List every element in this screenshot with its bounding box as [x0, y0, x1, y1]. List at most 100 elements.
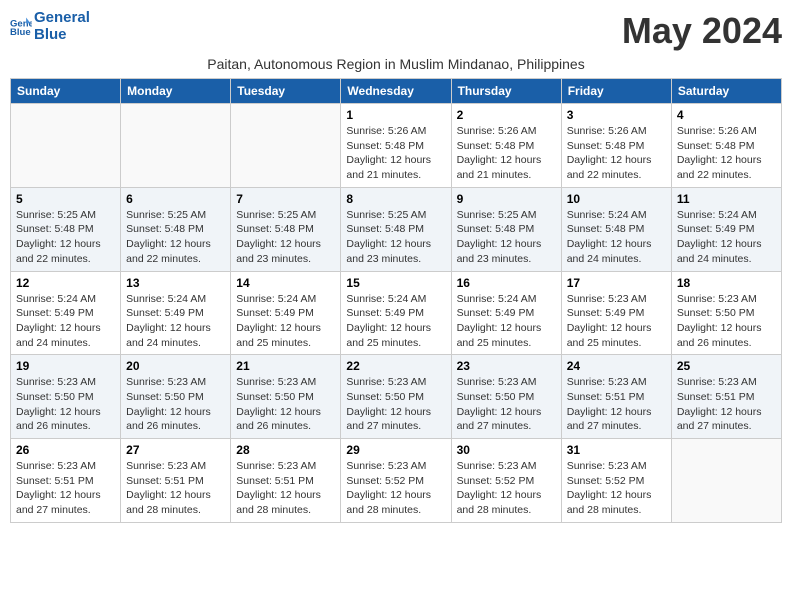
- day-number: 30: [457, 443, 556, 457]
- day-number: 8: [346, 192, 445, 206]
- day-number: 17: [567, 276, 666, 290]
- calendar-cell: 25 Sunrise: 5:23 AMSunset: 5:51 PMDayligh…: [671, 355, 781, 439]
- day-info: Sunrise: 5:23 AMSunset: 5:51 PMDaylight:…: [236, 459, 335, 518]
- day-number: 5: [16, 192, 115, 206]
- day-number: 26: [16, 443, 115, 457]
- day-info: Sunrise: 5:26 AMSunset: 5:48 PMDaylight:…: [567, 124, 666, 183]
- calendar-cell: 5 Sunrise: 5:25 AMSunset: 5:48 PMDaylight…: [11, 187, 121, 271]
- day-number: 21: [236, 359, 335, 373]
- day-number: 15: [346, 276, 445, 290]
- day-number: 23: [457, 359, 556, 373]
- weekday-header-thursday: Thursday: [451, 79, 561, 104]
- day-info: Sunrise: 5:24 AMSunset: 5:49 PMDaylight:…: [457, 292, 556, 351]
- calendar-cell: 3 Sunrise: 5:26 AMSunset: 5:48 PMDaylight…: [561, 104, 671, 188]
- calendar-cell: 10 Sunrise: 5:24 AMSunset: 5:48 PMDayligh…: [561, 187, 671, 271]
- day-info: Sunrise: 5:23 AMSunset: 5:50 PMDaylight:…: [677, 292, 776, 351]
- day-number: 2: [457, 108, 556, 122]
- calendar-cell: 26 Sunrise: 5:23 AMSunset: 5:51 PMDayligh…: [11, 439, 121, 523]
- calendar-cell: 17 Sunrise: 5:23 AMSunset: 5:49 PMDayligh…: [561, 271, 671, 355]
- calendar-cell: 6 Sunrise: 5:25 AMSunset: 5:48 PMDaylight…: [121, 187, 231, 271]
- day-number: 11: [677, 192, 776, 206]
- day-info: Sunrise: 5:24 AMSunset: 5:49 PMDaylight:…: [677, 208, 776, 267]
- weekday-header-wednesday: Wednesday: [341, 79, 451, 104]
- day-info: Sunrise: 5:26 AMSunset: 5:48 PMDaylight:…: [677, 124, 776, 183]
- day-number: 9: [457, 192, 556, 206]
- day-number: 6: [126, 192, 225, 206]
- calendar-cell: 20Sunrise: 5:23 AMSunset: 5:50 PMDayligh…: [121, 355, 231, 439]
- calendar-cell: 14 Sunrise: 5:24 AMSunset: 5:49 PMDayligh…: [231, 271, 341, 355]
- day-info: Sunrise: 5:23 AMSunset: 5:50 PMDaylight:…: [236, 375, 335, 434]
- calendar-cell: 29 Sunrise: 5:23 AMSunset: 5:52 PMDayligh…: [341, 439, 451, 523]
- day-info: Sunrise: 5:23 AMSunset: 5:49 PMDaylight:…: [567, 292, 666, 351]
- calendar-cell: 19Sunrise: 5:23 AMSunset: 5:50 PMDayligh…: [11, 355, 121, 439]
- day-info: Sunrise: 5:25 AMSunset: 5:48 PMDaylight:…: [236, 208, 335, 267]
- day-info: Sunrise: 5:23 AMSunset: 5:51 PMDaylight:…: [567, 375, 666, 434]
- day-info: Sunrise: 5:24 AMSunset: 5:49 PMDaylight:…: [346, 292, 445, 351]
- svg-text:Blue: Blue: [10, 27, 31, 38]
- calendar-cell: 1 Sunrise: 5:26 AMSunset: 5:48 PMDaylight…: [341, 104, 451, 188]
- day-info: Sunrise: 5:25 AMSunset: 5:48 PMDaylight:…: [346, 208, 445, 267]
- day-number: 10: [567, 192, 666, 206]
- week-row-4: 19Sunrise: 5:23 AMSunset: 5:50 PMDayligh…: [11, 355, 782, 439]
- day-info: Sunrise: 5:23 AMSunset: 5:51 PMDaylight:…: [677, 375, 776, 434]
- day-number: 27: [126, 443, 225, 457]
- calendar-cell: 28 Sunrise: 5:23 AMSunset: 5:51 PMDayligh…: [231, 439, 341, 523]
- day-info: Sunrise: 5:25 AMSunset: 5:48 PMDaylight:…: [16, 208, 115, 267]
- day-info: Sunrise: 5:23 AMSunset: 5:51 PMDaylight:…: [16, 459, 115, 518]
- weekday-header-tuesday: Tuesday: [231, 79, 341, 104]
- day-info: Sunrise: 5:23 AMSunset: 5:52 PMDaylight:…: [457, 459, 556, 518]
- day-info: Sunrise: 5:23 AMSunset: 5:50 PMDaylight:…: [457, 375, 556, 434]
- logo: General Blue General Blue: [10, 10, 90, 43]
- calendar-cell: [231, 104, 341, 188]
- day-number: 28: [236, 443, 335, 457]
- calendar-cell: 24 Sunrise: 5:23 AMSunset: 5:51 PMDayligh…: [561, 355, 671, 439]
- day-number: 7: [236, 192, 335, 206]
- calendar-cell: [671, 439, 781, 523]
- day-info: Sunrise: 5:24 AMSunset: 5:49 PMDaylight:…: [126, 292, 225, 351]
- day-info: Sunrise: 5:25 AMSunset: 5:48 PMDaylight:…: [126, 208, 225, 267]
- day-info: Sunrise: 5:24 AMSunset: 5:48 PMDaylight:…: [567, 208, 666, 267]
- calendar-cell: 7 Sunrise: 5:25 AMSunset: 5:48 PMDaylight…: [231, 187, 341, 271]
- day-number: 1: [346, 108, 445, 122]
- weekday-header-sunday: Sunday: [11, 79, 121, 104]
- calendar-cell: 11 Sunrise: 5:24 AMSunset: 5:49 PMDayligh…: [671, 187, 781, 271]
- calendar-cell: 13 Sunrise: 5:24 AMSunset: 5:49 PMDayligh…: [121, 271, 231, 355]
- day-number: 3: [567, 108, 666, 122]
- calendar-cell: 4Sunrise: 5:26 AMSunset: 5:48 PMDaylight…: [671, 104, 781, 188]
- calendar-cell: [121, 104, 231, 188]
- calendar-cell: 27 Sunrise: 5:23 AMSunset: 5:51 PMDayligh…: [121, 439, 231, 523]
- day-info: Sunrise: 5:24 AMSunset: 5:49 PMDaylight:…: [16, 292, 115, 351]
- calendar-subtitle: Paitan, Autonomous Region in Muslim Mind…: [10, 56, 782, 72]
- calendar-table: SundayMondayTuesdayWednesdayThursdayFrid…: [10, 78, 782, 523]
- day-info: Sunrise: 5:24 AMSunset: 5:49 PMDaylight:…: [236, 292, 335, 351]
- calendar-cell: 15 Sunrise: 5:24 AMSunset: 5:49 PMDayligh…: [341, 271, 451, 355]
- calendar-cell: 23 Sunrise: 5:23 AMSunset: 5:50 PMDayligh…: [451, 355, 561, 439]
- calendar-cell: 12Sunrise: 5:24 AMSunset: 5:49 PMDayligh…: [11, 271, 121, 355]
- day-info: Sunrise: 5:23 AMSunset: 5:52 PMDaylight:…: [567, 459, 666, 518]
- calendar-cell: 18 Sunrise: 5:23 AMSunset: 5:50 PMDayligh…: [671, 271, 781, 355]
- day-number: 31: [567, 443, 666, 457]
- day-number: 29: [346, 443, 445, 457]
- weekday-header-monday: Monday: [121, 79, 231, 104]
- header: General Blue General Blue May 2024: [10, 10, 782, 52]
- day-number: 14: [236, 276, 335, 290]
- day-info: Sunrise: 5:26 AMSunset: 5:48 PMDaylight:…: [346, 124, 445, 183]
- day-number: 18: [677, 276, 776, 290]
- day-number: 25: [677, 359, 776, 373]
- day-info: Sunrise: 5:26 AMSunset: 5:48 PMDaylight:…: [457, 124, 556, 183]
- weekday-header-saturday: Saturday: [671, 79, 781, 104]
- month-title: May 2024: [622, 10, 782, 52]
- day-number: 24: [567, 359, 666, 373]
- week-row-2: 5 Sunrise: 5:25 AMSunset: 5:48 PMDaylight…: [11, 187, 782, 271]
- day-info: Sunrise: 5:23 AMSunset: 5:50 PMDaylight:…: [16, 375, 115, 434]
- calendar-cell: 16Sunrise: 5:24 AMSunset: 5:49 PMDayligh…: [451, 271, 561, 355]
- day-info: Sunrise: 5:23 AMSunset: 5:50 PMDaylight:…: [126, 375, 225, 434]
- day-number: 13: [126, 276, 225, 290]
- logo-icon: General Blue: [10, 16, 32, 38]
- day-info: Sunrise: 5:23 AMSunset: 5:50 PMDaylight:…: [346, 375, 445, 434]
- day-info: Sunrise: 5:23 AMSunset: 5:51 PMDaylight:…: [126, 459, 225, 518]
- week-row-3: 12Sunrise: 5:24 AMSunset: 5:49 PMDayligh…: [11, 271, 782, 355]
- week-row-5: 26 Sunrise: 5:23 AMSunset: 5:51 PMDayligh…: [11, 439, 782, 523]
- day-info: Sunrise: 5:23 AMSunset: 5:52 PMDaylight:…: [346, 459, 445, 518]
- calendar-cell: 2 Sunrise: 5:26 AMSunset: 5:48 PMDaylight…: [451, 104, 561, 188]
